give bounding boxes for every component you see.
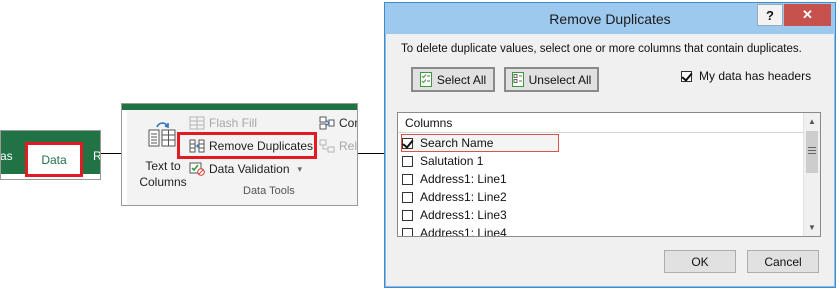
- text-to-columns-icon: [148, 122, 176, 147]
- text-to-columns-label: Text to Columns: [139, 159, 187, 189]
- column-list-item[interactable]: Address1: Line4: [402, 224, 802, 237]
- column-checkbox[interactable]: [402, 137, 413, 149]
- column-label: Address1: Line3: [420, 208, 507, 222]
- ok-button[interactable]: OK: [664, 250, 736, 273]
- unselect-all-button[interactable]: Unselect All: [504, 67, 599, 92]
- my-data-has-headers-checkbox[interactable]: My data has headers: [681, 69, 811, 83]
- data-validation-button[interactable]: Data Validation ▾: [189, 162, 302, 176]
- column-list-item[interactable]: Address1: Line3: [402, 206, 802, 224]
- flash-fill-button[interactable]: Flash Fill: [189, 116, 257, 130]
- data-tab-label: Data: [41, 152, 67, 167]
- connector-line-right: [358, 153, 384, 154]
- dialog-instruction: To delete duplicate values, select one o…: [401, 43, 802, 55]
- scroll-up-icon[interactable]: ▲: [804, 113, 820, 130]
- column-label: Salutation 1: [420, 154, 484, 168]
- headers-checkbox-label: My data has headers: [699, 69, 812, 83]
- column-checkbox[interactable]: [402, 209, 413, 221]
- next-tab-fragment[interactable]: R: [93, 149, 100, 163]
- column-label: Address1: Line1: [420, 172, 507, 186]
- column-list-item[interactable]: Address1: Line1: [402, 170, 802, 188]
- relationships-button[interactable]: Rela: [319, 139, 357, 153]
- previous-tab-fragment[interactable]: as: [1, 149, 13, 163]
- data-tab[interactable]: Data: [25, 142, 83, 177]
- data-tools-group-label: Data Tools: [243, 185, 295, 197]
- column-list-item[interactable]: Salutation 1: [402, 152, 802, 170]
- column-list-item[interactable]: Search Name: [401, 134, 559, 152]
- scroll-down-icon[interactable]: ▼: [804, 219, 820, 236]
- consolidate-icon: [319, 116, 335, 130]
- column-label: Address1: Line4: [420, 226, 507, 237]
- column-checkbox[interactable]: [402, 191, 413, 203]
- connector-line-left: [101, 153, 121, 154]
- column-list-item[interactable]: Address1: Line2: [402, 188, 802, 206]
- close-button[interactable]: ✕: [784, 4, 831, 26]
- relationships-icon: [319, 139, 335, 153]
- select-all-icon: [419, 72, 432, 87]
- data-validation-icon: [189, 162, 205, 176]
- column-label: Address1: Line2: [420, 190, 507, 204]
- columns-list-header: Columns: [398, 113, 805, 133]
- data-validation-dropdown-icon[interactable]: ▾: [298, 164, 303, 175]
- column-label: Search Name: [420, 136, 494, 150]
- remove-duplicates-dialog: Remove Duplicates ? ✕ To delete duplicat…: [384, 2, 836, 288]
- headers-checkbox-box[interactable]: [681, 70, 692, 82]
- column-checkbox[interactable]: [402, 155, 413, 167]
- column-checkbox[interactable]: [402, 173, 413, 185]
- dialog-title-bar[interactable]: Remove Duplicates ? ✕: [385, 3, 835, 34]
- column-checkbox[interactable]: [402, 227, 413, 236]
- unselect-all-icon: [511, 72, 524, 87]
- flash-fill-icon: [189, 116, 205, 130]
- help-button[interactable]: ?: [757, 4, 783, 26]
- ribbon-tab-crop: as Data R: [0, 130, 101, 180]
- columns-list-scrollbar[interactable]: ▲ ▼: [803, 113, 820, 236]
- scrollbar-grip: [808, 147, 816, 156]
- remove-duplicates-highlight: [177, 132, 317, 159]
- consolidate-button[interactable]: Con: [319, 116, 357, 130]
- cancel-button[interactable]: Cancel: [747, 250, 819, 273]
- select-all-button[interactable]: Select All: [411, 67, 495, 92]
- columns-list[interactable]: Columns Search Name Salutation 1 Address1:…: [397, 112, 821, 237]
- close-icon: ✕: [802, 7, 813, 22]
